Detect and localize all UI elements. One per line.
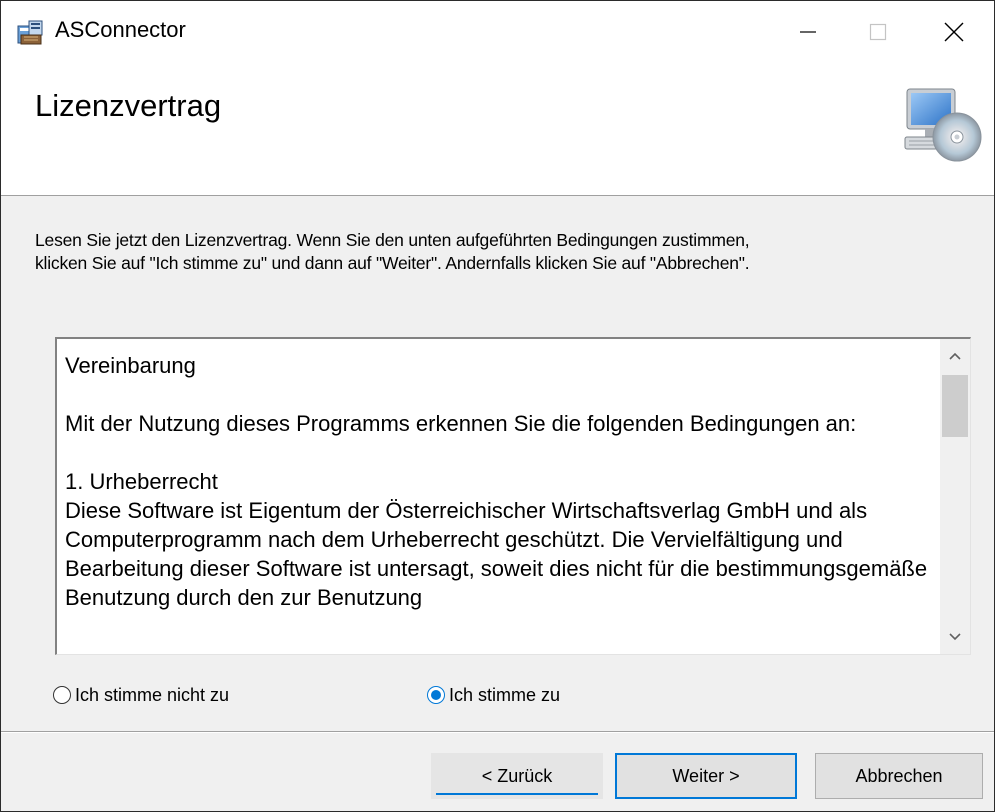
window-title: ASConnector — [55, 17, 186, 42]
page-title: Lizenzvertrag — [35, 88, 222, 123]
installer-window: ASConnector Lizenzvertrag Lesen Sie jetz… — [0, 0, 995, 812]
license-text-box[interactable]: Vereinbarung Mit der Nutzung dieses Prog… — [55, 337, 971, 655]
next-button-label: Weiter > — [672, 765, 740, 786]
title-bar[interactable]: ASConnector — [1, 1, 994, 63]
scroll-thumb[interactable] — [942, 375, 968, 437]
back-button-label: < Zurück — [481, 765, 553, 786]
license-content: Vereinbarung Mit der Nutzung dieses Prog… — [65, 351, 945, 612]
maximize-button[interactable] — [843, 1, 913, 63]
license-scrollbar[interactable] — [940, 339, 970, 654]
radio-agree-circle[interactable] — [427, 686, 445, 704]
cancel-button[interactable]: Abbrechen — [815, 753, 983, 799]
installer-app-icon — [17, 20, 43, 45]
instruction-line-1: Lesen Sie jetzt den Lizenzvertrag. Wenn … — [35, 230, 750, 250]
instruction-text: Lesen Sie jetzt den Lizenzvertrag. Wenn … — [35, 229, 975, 275]
close-button[interactable] — [913, 1, 994, 63]
chevron-down-icon — [949, 633, 961, 641]
instruction-line-2: klicken Sie auf "Ich stimme zu" und dann… — [35, 253, 750, 273]
minimize-button[interactable] — [773, 1, 843, 63]
radio-disagree-label: Ich stimme nicht zu — [75, 684, 230, 705]
back-button-focus-bar — [436, 793, 598, 795]
header-banner: Lizenzvertrag — [1, 63, 994, 196]
next-button[interactable]: Weiter > — [615, 753, 797, 799]
license-intro: Mit der Nutzung dieses Programms erkenne… — [65, 411, 857, 436]
close-icon — [944, 22, 963, 42]
license-section-1-title: 1. Urheberrecht — [65, 469, 218, 494]
maximize-icon — [869, 23, 887, 41]
license-heading: Vereinbarung — [65, 353, 196, 378]
scroll-down-button[interactable] — [940, 622, 970, 652]
minimize-icon — [800, 31, 816, 33]
radio-agree[interactable]: Ich stimme zu — [427, 681, 560, 709]
footer-separator — [1, 731, 994, 733]
back-button[interactable]: < Zurück — [431, 753, 603, 799]
radio-selected-dot — [431, 690, 441, 700]
license-section-1-text: Diese Software ist Eigentum der Österrei… — [65, 498, 928, 610]
radio-disagree[interactable]: Ich stimme nicht zu — [53, 681, 229, 709]
cancel-button-label: Abbrechen — [855, 765, 943, 786]
chevron-up-icon — [949, 352, 961, 360]
computer-cd-icon — [904, 88, 982, 162]
radio-agree-label: Ich stimme zu — [449, 684, 561, 705]
radio-disagree-circle[interactable] — [53, 686, 71, 704]
scroll-up-button[interactable] — [940, 341, 970, 371]
